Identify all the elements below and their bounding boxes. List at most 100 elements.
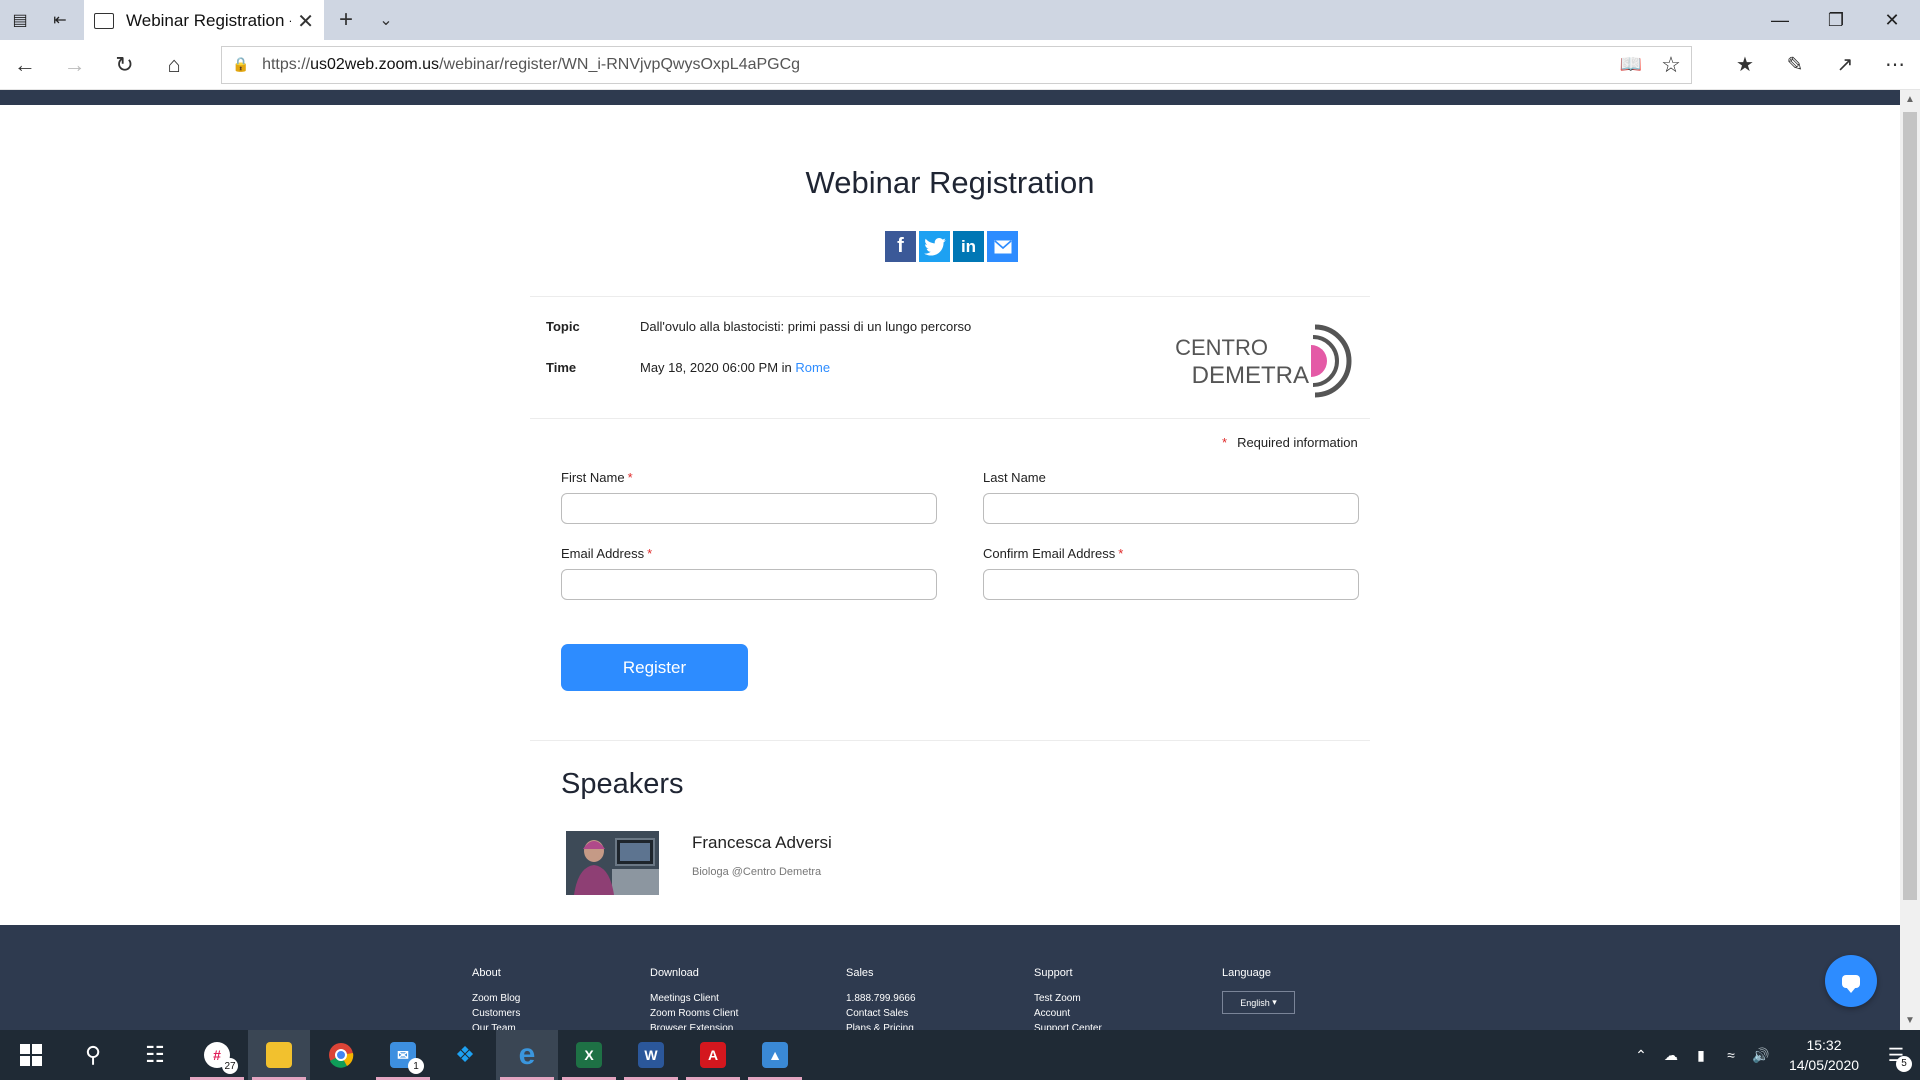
first-name-label: First Name * (561, 470, 633, 485)
pen-icon[interactable]: ✎ (1770, 52, 1820, 77)
twitter-icon[interactable] (919, 231, 950, 262)
footer-sales: Sales 1.888.799.9666 Contact Sales Plans… (846, 967, 916, 1030)
scrollbar-thumb[interactable] (1903, 112, 1917, 900)
last-name-input[interactable] (983, 493, 1359, 524)
reading-view-icon[interactable]: 📖 (1611, 54, 1651, 75)
address-bar[interactable]: 🔒 https://us02web.zoom.us/webinar/regist… (221, 45, 1693, 84)
register-button[interactable]: Register (561, 644, 748, 691)
required-note: * Required information (1222, 435, 1358, 450)
time-label: Time (546, 360, 577, 375)
divider (530, 418, 1370, 419)
slack-icon[interactable]: # 27 (186, 1030, 248, 1080)
page-icon (94, 13, 114, 29)
photos-icon[interactable]: ▲ (744, 1030, 806, 1080)
scroll-up-icon[interactable]: ▲ (1900, 94, 1920, 105)
twitter-app-icon[interactable]: ❖ (434, 1030, 496, 1080)
volume-icon[interactable]: 🔊 (1746, 1047, 1776, 1064)
restore-button[interactable]: ❐ (1808, 0, 1864, 40)
slack-badge: 27 (222, 1058, 238, 1074)
first-name-input[interactable] (561, 493, 937, 524)
topic-label: Topic (546, 319, 580, 334)
email-label: Email Address * (561, 546, 653, 561)
chevron-up-icon[interactable]: ⌃ (1626, 1047, 1656, 1064)
footer-language: Language English ▾ (1222, 967, 1295, 1014)
email-input[interactable] (561, 569, 937, 600)
excel-icon[interactable]: X (558, 1030, 620, 1080)
svg-text:CENTRO: CENTRO (1175, 335, 1268, 360)
footer-link[interactable]: 1.888.799.9666 (846, 991, 916, 1006)
footer-about: About Zoom Blog Customers Our Team (472, 967, 520, 1030)
footer-link[interactable]: Support Center (1034, 1021, 1102, 1030)
chat-icon (1842, 974, 1860, 993)
linkedin-icon[interactable]: in (953, 231, 984, 262)
centro-demetra-logo: CENTRO DEMETRA (1165, 315, 1360, 405)
window-close-button[interactable]: ✕ (1864, 0, 1920, 40)
system-tray: ⌃ ☁ ▮ ≈ 🔊 15:32 14/05/2020 ☰ 5 (1626, 1030, 1920, 1080)
task-view-icon[interactable]: ☷ (124, 1030, 186, 1080)
browser-navbar: ← → ↻ ⌂ 🔒 https://us02web.zoom.us/webina… (0, 40, 1920, 90)
browser-titlebar: ▤ ⇤ Webinar Registration - Zoom ✕ + ⌄ — … (0, 0, 1920, 40)
mail-badge: 1 (408, 1058, 424, 1074)
edge-icon[interactable]: e (496, 1030, 558, 1080)
url-text[interactable]: https://us02web.zoom.us/webinar/register… (262, 56, 1611, 74)
footer-link[interactable]: Browser Extension (650, 1021, 738, 1030)
battery-icon[interactable]: ▮ (1686, 1047, 1716, 1064)
footer-link[interactable]: Test Zoom (1034, 991, 1102, 1006)
favorites-icon[interactable]: ★ (1720, 52, 1770, 77)
footer-link[interactable]: Plans & Pricing (846, 1021, 916, 1030)
chrome-icon[interactable] (310, 1030, 372, 1080)
onedrive-icon[interactable]: ☁ (1656, 1047, 1686, 1064)
clock-date: 14/05/2020 (1788, 1057, 1860, 1073)
clock[interactable]: 15:32 14/05/2020 (1776, 1035, 1872, 1075)
footer-link[interactable]: Zoom Rooms Client (650, 1006, 738, 1021)
back-button[interactable]: ← (0, 40, 50, 90)
browser-tab[interactable]: Webinar Registration - Zoom ✕ (84, 0, 324, 40)
scroll-down-icon[interactable]: ▼ (1900, 1015, 1920, 1026)
more-icon[interactable]: ⋯ (1870, 52, 1920, 77)
minimize-button[interactable]: — (1752, 0, 1808, 40)
windows-taskbar: ⚲ ☷ # 27 ✉ 1 ❖ e X W A ▲ ⌃ ☁ ▮ ≈ 🔊 15:32… (0, 1030, 1920, 1080)
favorite-star-icon[interactable]: ☆ (1651, 52, 1691, 78)
chat-button[interactable] (1825, 955, 1877, 1007)
new-tab-button[interactable]: + (324, 0, 368, 40)
footer-link[interactable]: Our Team (472, 1021, 520, 1030)
start-button[interactable] (0, 1030, 62, 1080)
footer-link[interactable]: Customers (472, 1006, 520, 1021)
footer-link[interactable]: Account (1034, 1006, 1102, 1021)
wifi-icon[interactable]: ≈ (1716, 1047, 1746, 1063)
page-content: Webinar Registration f in Topic Dall'ovu… (0, 105, 1900, 925)
page-top-bar (0, 90, 1900, 105)
footer-link[interactable]: Contact Sales (846, 1006, 916, 1021)
notifications-icon[interactable]: ☰ 5 (1872, 1045, 1920, 1072)
divider (530, 296, 1370, 297)
share-buttons: f in (885, 231, 1018, 262)
file-explorer-icon[interactable] (248, 1030, 310, 1080)
search-icon[interactable]: ⚲ (62, 1030, 124, 1080)
chevron-down-icon[interactable]: ⌄ (368, 0, 404, 40)
footer-support: Support Test Zoom Account Support Center (1034, 967, 1102, 1030)
footer-link[interactable]: Zoom Blog (472, 991, 520, 1006)
home-button[interactable]: ⌂ (149, 40, 199, 90)
footer-link[interactable]: Meetings Client (650, 991, 738, 1006)
forward-button[interactable]: → (50, 40, 100, 90)
lock-icon[interactable]: 🔒 (232, 56, 262, 73)
mail-icon[interactable]: ✉ 1 (372, 1030, 434, 1080)
language-select[interactable]: English ▾ (1222, 991, 1295, 1014)
acrobat-icon[interactable]: A (682, 1030, 744, 1080)
footer-download: Download Meetings Client Zoom Rooms Clie… (650, 967, 738, 1030)
tab-title: Webinar Registration - Zoom (126, 11, 291, 30)
tab-preview-icon[interactable]: ▤ (0, 0, 40, 40)
time-value: May 18, 2020 06:00 PM in Rome (640, 360, 831, 375)
email-icon[interactable] (987, 231, 1018, 262)
timezone-link[interactable]: Rome (795, 360, 830, 375)
close-tab-icon[interactable]: ✕ (297, 9, 314, 34)
share-icon[interactable]: ↗ (1820, 52, 1870, 77)
set-aside-tabs-icon[interactable]: ⇤ (40, 0, 80, 40)
notifications-badge: 5 (1896, 1055, 1912, 1072)
confirm-email-input[interactable] (983, 569, 1359, 600)
clock-time: 15:32 (1806, 1037, 1842, 1053)
vertical-scrollbar[interactable]: ▲ ▼ (1900, 90, 1920, 1030)
facebook-icon[interactable]: f (885, 231, 916, 262)
word-icon[interactable]: W (620, 1030, 682, 1080)
refresh-button[interactable]: ↻ (100, 40, 150, 90)
